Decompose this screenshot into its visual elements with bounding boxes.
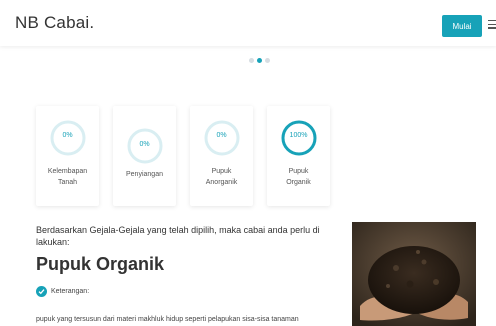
card-label-line2: Tanah: [57, 179, 78, 186]
card-label-line1: Pupuk: [288, 168, 309, 175]
organic-fertilizer-photo: [352, 222, 476, 326]
card-penyiangan: 0% Penyiangan: [113, 106, 176, 206]
carousel-dot-active[interactable]: [257, 58, 262, 63]
carousel-dot[interactable]: [249, 58, 254, 63]
result-title: Pupuk Organik: [36, 254, 165, 274]
result-description: pupuk yang tersusun dari materi makhluk …: [36, 316, 299, 323]
brand-logo[interactable]: NB Cabai.: [15, 13, 94, 33]
carousel-dot[interactable]: [265, 58, 270, 63]
card-label-line2: Anorganik: [205, 179, 238, 186]
card-label-line2: Organik: [286, 179, 311, 186]
card-kelembapan-tanah: 0% Kelembapan Tanah: [36, 106, 99, 206]
result-lead-text: Berdasarkan Gejala-Gejala yang telah dip…: [36, 225, 320, 247]
card-percent: 0%: [62, 132, 73, 139]
carousel-indicators: [249, 58, 270, 63]
card-label-line1: Pupuk: [211, 168, 232, 175]
hamburger-menu-icon[interactable]: [488, 20, 496, 30]
card-pupuk-organik: 100% Pupuk Organik: [267, 106, 330, 206]
check-circle-icon: [36, 286, 47, 297]
card-label-line1: Kelembapan: [47, 168, 88, 175]
card-percent: 0%: [216, 132, 227, 139]
note-label: Keterangan:: [51, 288, 90, 295]
card-percent: 0%: [139, 141, 150, 148]
navbar: NB Cabai. Mulai: [0, 0, 496, 46]
card-percent: 100%: [289, 132, 308, 139]
card-pupuk-anorganik: 0% Pupuk Anorganik: [190, 106, 253, 206]
start-button[interactable]: Mulai: [442, 15, 482, 37]
card-label-line1: Penyiangan: [126, 171, 163, 178]
